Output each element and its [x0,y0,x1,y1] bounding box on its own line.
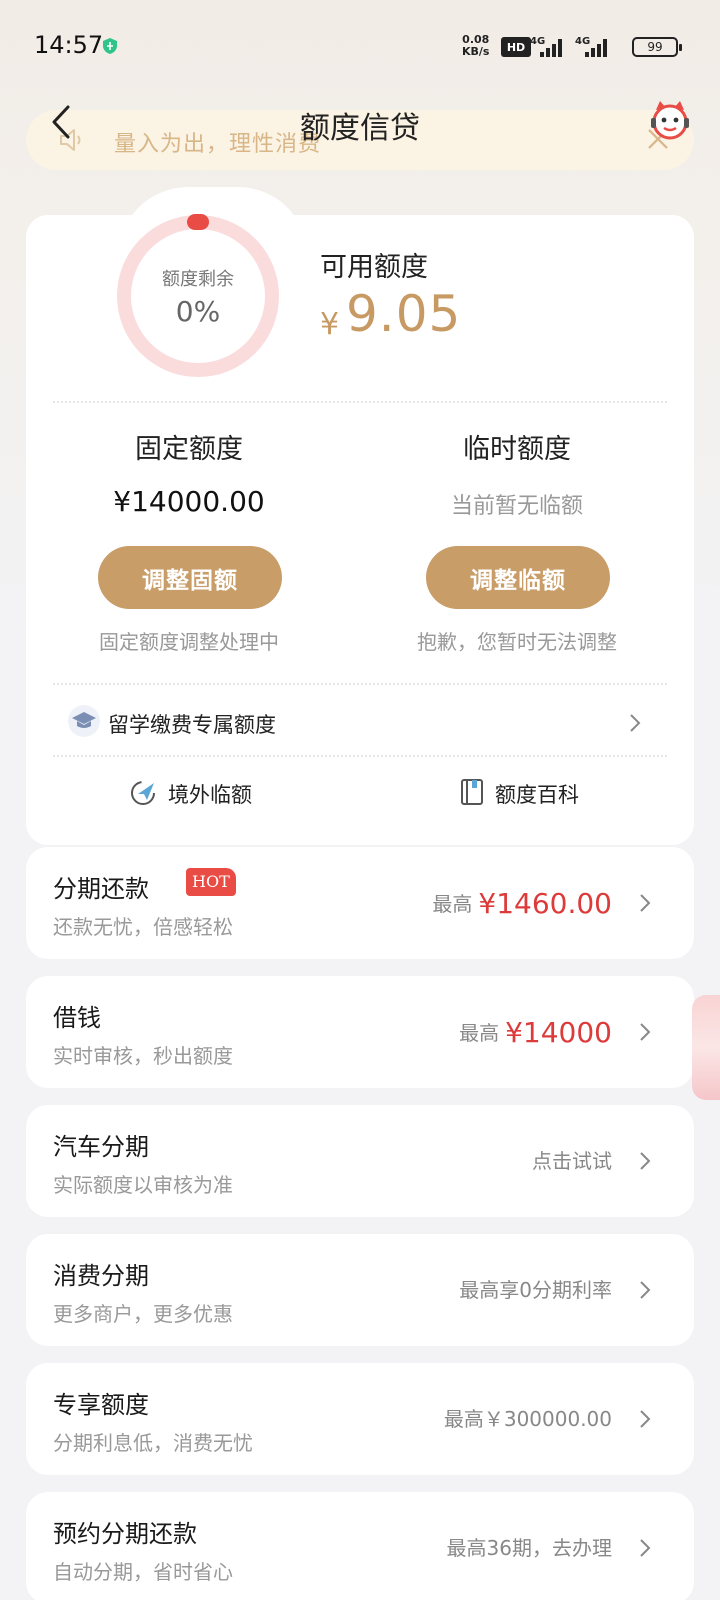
temp-limit-title: 临时额度 [463,434,571,465]
service-max-amount: 最高 ¥14000 [459,1016,612,1049]
credit-summary-card: 额度剩余 0% 可用额度 ¥ 9.05 固定额度 ¥14000.00 调整固额 … [26,187,694,845]
service-title: 借钱 [53,1004,101,1032]
service-title: 汽车分期 [53,1133,149,1161]
mascot-icon[interactable] [648,98,692,142]
floating-side-widget[interactable] [692,995,720,1100]
service-right-text: 最高36期，去办理 [446,1536,612,1560]
quick-link-label: 额度百科 [495,783,579,807]
service-right-text: 点击试试 [532,1149,612,1173]
svg-text:4G: 4G [530,36,545,47]
service-borrow[interactable]: 借钱 实时审核，秒出额度 最高 ¥14000 [26,976,694,1088]
service-max-amount: 最高 ¥1460.00 [432,887,612,920]
svg-text:4G: 4G [575,36,590,47]
service-subtitle: 更多商户，更多优惠 [53,1302,233,1326]
service-car-installment[interactable]: 汽车分期 实际额度以审核为准 点击试试 [26,1105,694,1217]
page-title: 额度信贷 [300,111,420,146]
hot-badge: HOT [186,868,236,896]
service-right-text: 最高享0分期利率 [459,1278,612,1302]
fixed-limit-note: 固定额度调整处理中 [99,630,279,654]
battery-icon: 99 [632,37,682,57]
service-subtitle: 分期利息低，消费无忧 [53,1431,253,1455]
adjust-temp-button[interactable]: 调整临额 [426,546,610,609]
service-installment-repay[interactable]: 分期还款 HOT 还款无忧，倍感轻松 最高 ¥1460.00 [26,847,694,959]
graduation-cap-icon [68,705,100,737]
currency-symbol: ¥ [320,307,340,342]
book-icon [461,779,483,805]
plane-icon [131,781,155,805]
chevron-right-icon [630,714,641,732]
service-title: 预约分期还款 [53,1520,197,1548]
service-subtitle: 自动分期，省时省心 [53,1560,233,1584]
shield-icon [103,38,117,54]
hd-badge: HD [501,37,531,57]
temp-limit-note: 抱歉，您暂时无法调整 [417,630,617,654]
available-label: 可用额度 [320,252,428,283]
chevron-right-icon [640,1410,651,1428]
service-scheduled-installment[interactable]: 预约分期还款 自动分期，省时省心 最高36期，去办理 [26,1492,694,1600]
chevron-right-icon [640,1539,651,1557]
chevron-right-icon [640,894,651,912]
quick-link-label: 境外临额 [168,783,252,807]
service-title: 消费分期 [53,1262,149,1290]
divider [53,683,667,685]
adjust-fixed-button[interactable]: 调整固额 [98,546,282,609]
study-abroad-label: 留学缴费专属额度 [108,713,276,737]
service-title: 分期还款 [53,875,149,903]
service-right-text: 最高￥300000.00 [443,1407,612,1431]
divider [53,401,667,403]
service-subtitle: 还款无忧，倍感轻松 [53,915,233,939]
network-speed: 0.08 KB/s [462,33,490,58]
chevron-right-icon [640,1023,651,1041]
service-subtitle: 实际额度以审核为准 [53,1173,233,1197]
chevron-right-icon [640,1281,651,1299]
service-subtitle: 实时审核，秒出额度 [53,1044,233,1068]
status-time: 14:57 [34,31,104,59]
temp-limit-empty: 当前暂无临额 [450,494,583,519]
signal-icon: 4G [530,36,562,57]
service-consumer-installment[interactable]: 消费分期 更多商户，更多优惠 最高享0分期利率 [26,1234,694,1346]
ring-value: 0% [175,295,221,328]
chevron-right-icon [640,1152,651,1170]
status-bar: 14:57 0.08 KB/s HD 4G 4G 99 [0,0,720,90]
divider [53,755,667,757]
fixed-limit-title: 固定额度 [135,434,243,465]
service-exclusive-limit[interactable]: 专享额度 分期利息低，消费无忧 最高￥300000.00 [26,1363,694,1475]
fixed-limit-amount: ¥14000.00 [113,485,265,518]
signal-icon-2: 4G [575,36,607,57]
available-amount: 9.05 [346,285,462,343]
service-title: 专享额度 [53,1391,149,1419]
ring-label: 额度剩余 [162,269,234,290]
